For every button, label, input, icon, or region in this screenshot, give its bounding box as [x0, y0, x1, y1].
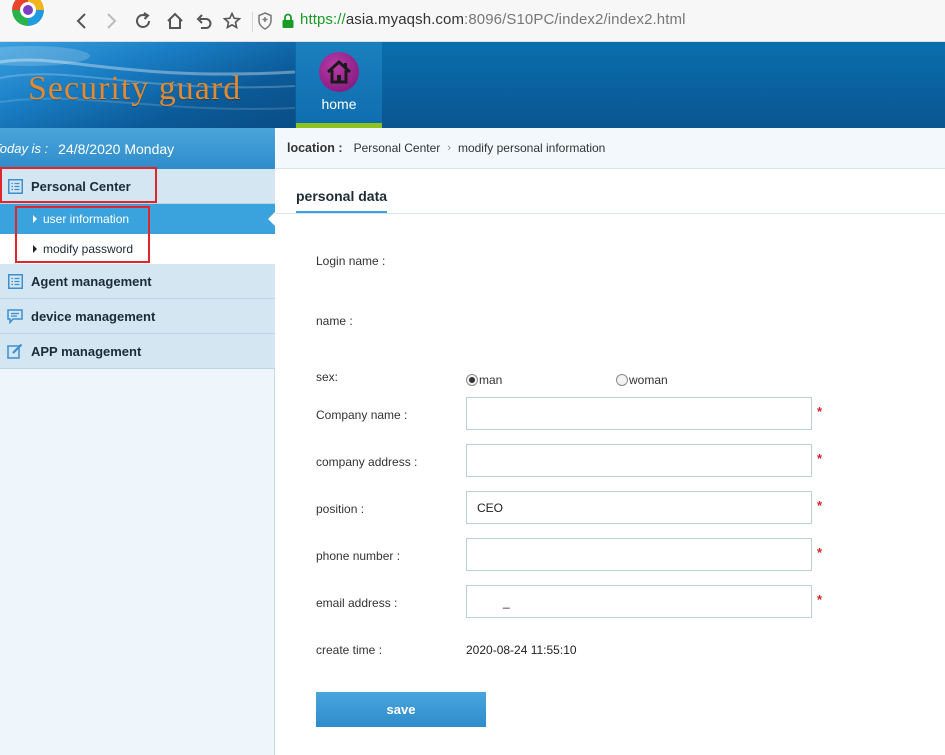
address-bar-url[interactable]: https://asia.myaqsh.com:8096/S10PC/index…	[300, 11, 686, 28]
phone-number-label: phone number :	[316, 549, 401, 563]
sidebar-item-user-information[interactable]: user information	[0, 204, 275, 234]
sidebar-group-device-management[interactable]: device management	[0, 299, 275, 334]
date-value: 24/8/2020 Monday	[58, 140, 175, 157]
bookmark-star-icon[interactable]	[221, 10, 243, 32]
position-input[interactable]: CEO	[466, 491, 812, 524]
sex-radio-woman[interactable]: woman	[616, 373, 668, 387]
required-mark: *	[817, 498, 823, 513]
home-icon	[319, 52, 359, 92]
sidebar-group-label: Personal Center	[31, 178, 131, 194]
brand-banner: Security guard	[0, 42, 295, 128]
lock-icon	[281, 13, 295, 29]
save-button[interactable]: save	[316, 692, 486, 727]
required-mark: *	[817, 545, 823, 560]
tab-underline	[276, 213, 945, 214]
sex-label: sex:	[316, 370, 339, 384]
create-time-value: 2020-08-24 11:55:10	[466, 643, 577, 657]
nav-home-label: home	[321, 96, 357, 112]
brand-title: Security guard	[28, 70, 242, 107]
url-path: :8096/S10PC/index2/index2.html	[464, 11, 686, 28]
list-icon	[7, 273, 23, 289]
sidebar: Today is : 24/8/2020 Monday Personal Cen…	[0, 128, 275, 755]
location-label: location :	[287, 141, 343, 155]
company-name-input[interactable]	[466, 397, 812, 430]
required-mark: *	[817, 404, 823, 419]
caret-right-icon	[33, 215, 37, 223]
position-label: position :	[316, 502, 365, 516]
date-label: Today is :	[0, 141, 49, 156]
sex-radio-man[interactable]: man	[466, 373, 502, 387]
app-header: Security guard home	[0, 42, 945, 128]
name-label: name :	[316, 314, 353, 328]
caret-right-icon	[33, 245, 37, 253]
email-address-input[interactable]: _	[466, 585, 812, 618]
sidebar-group-label: Agent management	[31, 273, 152, 289]
phone-number-input[interactable]	[466, 538, 812, 571]
radio-unchecked-icon	[616, 374, 628, 386]
back-icon[interactable]	[71, 10, 93, 32]
login-name-label: Login name :	[316, 254, 386, 268]
required-mark: *	[817, 451, 823, 466]
home-page-icon[interactable]	[164, 10, 186, 32]
sidebar-group-app-management[interactable]: APP management	[0, 334, 275, 369]
message-icon	[7, 308, 23, 324]
breadcrumb-item-personal-center[interactable]: Personal Center	[354, 141, 441, 155]
url-scheme: https://	[300, 11, 346, 28]
sidebar-group-agent-management[interactable]: Agent management	[0, 264, 275, 299]
edit-icon	[7, 343, 23, 359]
address-divider	[252, 12, 253, 32]
radio-label: woman	[629, 373, 668, 387]
required-mark: *	[817, 592, 823, 607]
sidebar-item-label: user information	[43, 212, 130, 226]
nav-home-tab[interactable]: home	[296, 42, 382, 128]
sidebar-group-personal-center[interactable]: Personal Center	[0, 169, 275, 204]
company-address-label: company address :	[316, 455, 418, 469]
breadcrumb: location : Personal Center › modify pers…	[276, 128, 945, 169]
browser-logo-icon	[4, 0, 50, 30]
reload-icon[interactable]	[132, 10, 154, 32]
company-name-label: Company name :	[316, 408, 408, 422]
sidebar-group-label: APP management	[31, 343, 142, 359]
date-bar: Today is : 24/8/2020 Monday	[0, 128, 275, 169]
tab-personal-data[interactable]: personal data	[296, 188, 388, 213]
email-address-label: email address :	[316, 596, 398, 610]
radio-label: man	[479, 373, 503, 387]
sidebar-item-label: modify password	[43, 242, 134, 256]
sidebar-item-modify-password[interactable]: modify password	[0, 234, 275, 264]
create-time-label: create time :	[316, 643, 383, 657]
breadcrumb-item-modify-info: modify personal information	[457, 141, 606, 155]
breadcrumb-chevron-icon: ›	[447, 142, 451, 154]
radio-checked-icon	[466, 374, 478, 386]
company-address-input[interactable]	[466, 444, 812, 477]
undo-icon[interactable]	[193, 10, 215, 32]
browser-toolbar: https://asia.myaqsh.com:8096/S10PC/index…	[0, 0, 945, 42]
url-host: asia.myaqsh.com	[345, 11, 465, 28]
list-icon	[7, 178, 23, 194]
sidebar-group-label: device management	[31, 308, 156, 324]
shield-icon[interactable]	[258, 12, 272, 30]
forward-icon[interactable]	[100, 10, 122, 32]
